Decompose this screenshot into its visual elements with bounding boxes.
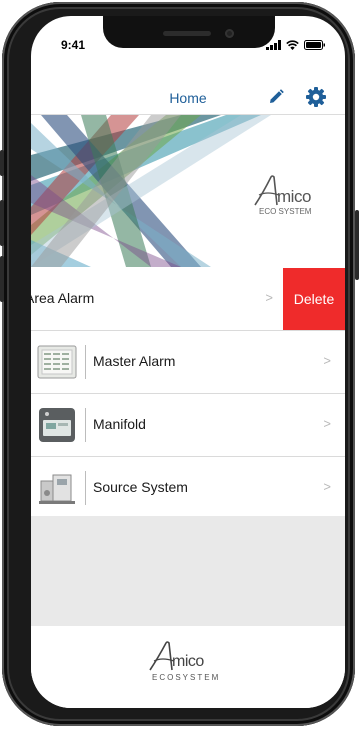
row-divider: [85, 408, 86, 442]
chevron-right-icon: >: [323, 479, 331, 494]
app-screen: 9:41 Home mico ECO SYSTEM Area Alarm > D…: [31, 16, 345, 708]
signal-icon: [266, 40, 281, 50]
footer-logo-text: mico: [172, 653, 204, 670]
row-divider: [85, 471, 86, 505]
gear-icon[interactable]: [305, 86, 327, 108]
hero-banner: mico ECO SYSTEM: [31, 115, 345, 267]
chevron-right-icon: >: [323, 353, 331, 368]
footer-logo: mico ECOSYSTEM: [148, 640, 228, 690]
row-label: Manifold: [93, 416, 146, 432]
footer-logo-subtext: ECOSYSTEM: [152, 673, 221, 682]
status-time: 9:41: [61, 38, 86, 52]
list-row-manifold[interactable]: Manifold >: [31, 394, 345, 457]
home-list: Area Alarm > Delete Master Alarm > Manif…: [31, 268, 345, 520]
chevron-right-icon: >: [265, 290, 273, 305]
banner-logo-subtext: ECO SYSTEM: [259, 207, 312, 216]
front-camera: [225, 29, 234, 38]
list-row-master-alarm[interactable]: Master Alarm >: [31, 331, 345, 394]
phone-volume-down: [0, 256, 4, 302]
manifold-thumbnail-icon: [39, 408, 75, 442]
status-icons: [266, 40, 325, 50]
row-label: Master Alarm: [93, 353, 176, 369]
row-label: Source System: [93, 479, 188, 495]
row-label: Area Alarm: [31, 290, 95, 306]
wifi-icon: [286, 40, 299, 50]
list-row-area-alarm[interactable]: Area Alarm > Delete: [31, 268, 345, 331]
list-row-source-system[interactable]: Source System >: [31, 457, 345, 520]
phone-power-button: [355, 210, 359, 280]
chevron-right-icon: >: [323, 416, 331, 431]
navigation-bar: Home: [31, 80, 345, 115]
empty-list-area: [31, 516, 345, 626]
master-alarm-thumbnail-icon: [37, 345, 77, 379]
speaker-grille: [163, 31, 211, 36]
phone-notch: [103, 16, 275, 48]
page-title: Home: [169, 90, 207, 106]
phone-volume-up: [0, 200, 4, 246]
banner-logo: mico ECO SYSTEM: [253, 173, 327, 223]
pencil-icon[interactable]: [267, 88, 285, 106]
battery-icon: [304, 40, 325, 50]
source-system-thumbnail-icon: [39, 474, 75, 504]
row-divider: [85, 345, 86, 379]
delete-button[interactable]: Delete: [283, 268, 345, 330]
phone-silent-switch: [0, 150, 4, 176]
footer: mico ECOSYSTEM: [31, 626, 345, 708]
banner-logo-text: mico: [277, 187, 311, 206]
